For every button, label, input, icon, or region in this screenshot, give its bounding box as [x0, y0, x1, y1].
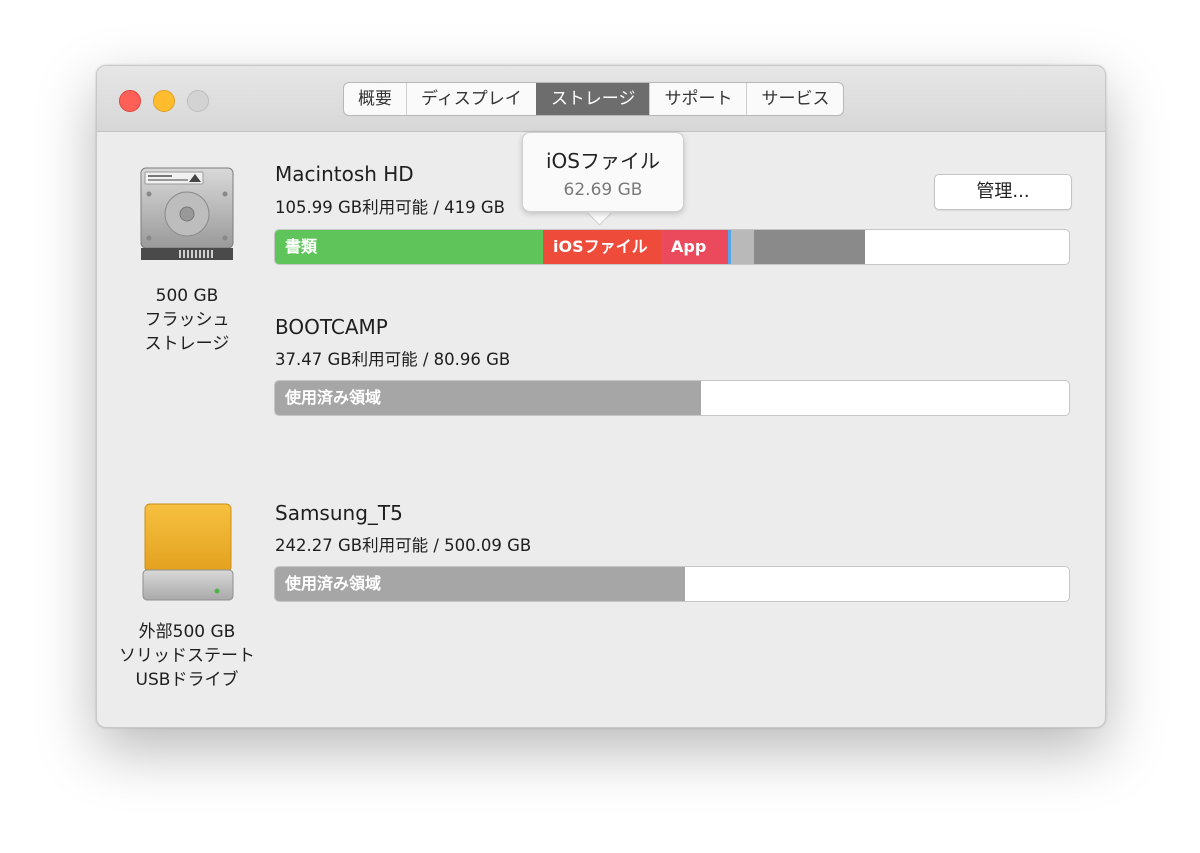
usage-segment-使用済み領域[interactable]: 使用済み領域: [275, 567, 685, 601]
usage-segment-書類[interactable]: 書類: [275, 230, 543, 264]
volume-name: Macintosh HD: [275, 162, 414, 186]
usage-segment-label: 使用済み領域: [285, 574, 382, 593]
caption-line: ソリッドステート: [119, 646, 255, 666]
caption-line: 500 GB: [155, 286, 219, 306]
usage-segment-使用済み領域[interactable]: 使用済み領域: [275, 381, 701, 415]
storage-usage-bar[interactable]: 使用済み領域: [274, 380, 1070, 416]
storage-usage-bar[interactable]: 使用済み領域: [274, 566, 1070, 602]
tooltip-title: iOSファイル: [546, 149, 660, 173]
storage-usage-bar[interactable]: 書類 iOSファイル App: [274, 229, 1070, 265]
manage-button[interactable]: 管理...: [934, 174, 1072, 210]
usage-segment-App[interactable]: App: [661, 230, 728, 264]
external-ssd-icon: [141, 502, 235, 604]
usage-segment-label: 使用済み領域: [285, 388, 382, 407]
usage-segment-label: iOSファイル: [553, 237, 648, 256]
caption-line: フラッシュ: [144, 310, 230, 330]
volume-name: BOOTCAMP: [275, 315, 388, 339]
usage-segment-label: App: [671, 237, 707, 256]
volume-capacity: 105.99 GB利用可能 / 419 GB: [275, 198, 505, 217]
system-info-window: 概要 ディスプレイ ストレージ サポート サービス 500 GB フラッシュ ス…: [96, 65, 1106, 728]
internal-drive-caption: 500 GB フラッシュ ストレージ: [117, 284, 257, 356]
usage-segment[interactable]: [731, 230, 754, 264]
volume-name: Samsung_T5: [275, 501, 403, 525]
volume-capacity: 242.27 GB利用可能 / 500.09 GB: [275, 536, 532, 555]
titlebar: 概要 ディスプレイ ストレージ サポート サービス: [97, 66, 1105, 132]
tab-bar: 概要 ディスプレイ ストレージ サポート サービス: [343, 82, 845, 116]
internal-hard-drive-icon: [139, 166, 235, 262]
tab-overview[interactable]: 概要: [344, 83, 406, 115]
usage-segment-iOSファイル[interactable]: iOSファイル: [543, 230, 661, 264]
usage-tooltip: iOSファイル 62.69 GB: [522, 132, 684, 212]
close-window-button[interactable]: [119, 90, 141, 112]
caption-line: USBドライブ: [135, 670, 239, 690]
tab-display[interactable]: ディスプレイ: [406, 83, 536, 115]
usage-segment-label: 書類: [285, 237, 318, 256]
tab-service[interactable]: サービス: [746, 83, 843, 115]
tooltip-size: 62.69 GB: [563, 180, 643, 200]
caption-line: 外部500 GB: [138, 622, 236, 642]
caption-line: ストレージ: [144, 334, 230, 354]
tab-support[interactable]: サポート: [649, 83, 746, 115]
tab-storage[interactable]: ストレージ: [535, 83, 650, 115]
zoom-window-button[interactable]: [187, 90, 209, 112]
volume-capacity: 37.47 GB利用可能 / 80.96 GB: [275, 350, 511, 369]
minimize-window-button[interactable]: [153, 90, 175, 112]
external-drive-caption: 外部500 GB ソリッドステート USBドライブ: [102, 620, 272, 692]
usage-segment[interactable]: [754, 230, 865, 264]
